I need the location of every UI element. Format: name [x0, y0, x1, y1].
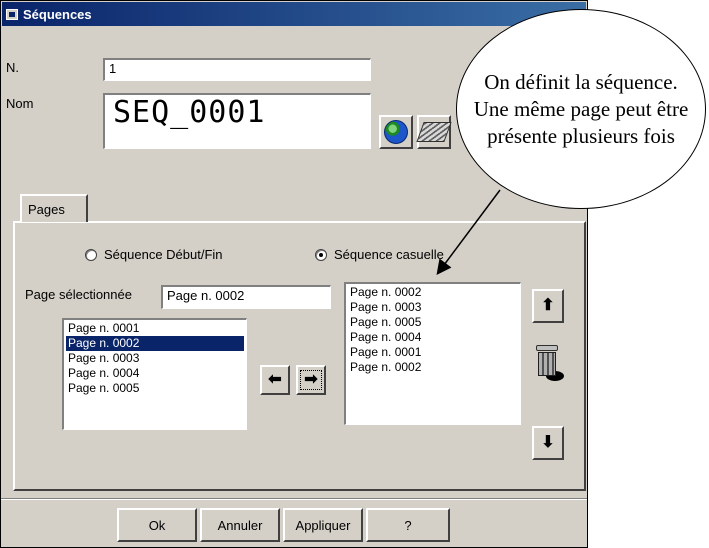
eraser-icon [416, 122, 452, 142]
radio-debut-fin[interactable] [85, 249, 97, 261]
selected-page-field[interactable]: Page n. 0002 [161, 285, 331, 309]
radio-casuelle[interactable] [315, 249, 327, 261]
list-item[interactable]: Page n. 0002 [348, 285, 518, 300]
list-item[interactable]: Page n. 0004 [66, 366, 244, 381]
arrow-left-icon: ⬅ [268, 371, 282, 388]
available-pages-list[interactable]: Page n. 0001 Page n. 0002 Page n. 0003 P… [62, 318, 247, 430]
n-field[interactable]: 1 [103, 58, 371, 81]
trash-body [538, 352, 556, 376]
annuler-button-label: Annuler [217, 517, 263, 533]
list-item[interactable]: Page n. 0003 [348, 300, 518, 315]
separator [1, 498, 587, 500]
sequence-pages-list[interactable]: Page n. 0002 Page n. 0003 Page n. 0005 P… [344, 282, 521, 425]
list-item[interactable]: Page n. 0004 [348, 330, 518, 345]
window-icon [6, 8, 18, 20]
callout-text: On définit la séquence. Une même page pe… [473, 69, 689, 148]
annuler-button[interactable]: Annuler [200, 508, 280, 542]
list-item[interactable]: Page n. 0002 [348, 360, 518, 375]
list-item-selected[interactable]: Page n. 0002 [66, 336, 244, 351]
list-item[interactable]: Page n. 0001 [348, 345, 518, 360]
tab-pages[interactable]: Pages [20, 194, 88, 222]
move-down-button[interactable]: ⬇ [532, 426, 564, 460]
globe-button[interactable] [379, 115, 413, 149]
appliquer-button-label: Appliquer [295, 517, 351, 533]
ok-button-label: Ok [148, 517, 166, 533]
move-right-button[interactable]: ➡ [296, 365, 326, 395]
eraser-button[interactable] [416, 115, 452, 149]
delete-button[interactable] [532, 343, 564, 385]
globe-icon [384, 120, 408, 144]
selected-page-label: Page sélectionnée [25, 287, 132, 302]
window-title: Séquences [23, 6, 92, 22]
arrow-up-icon: ⬆ [541, 297, 555, 314]
list-item[interactable]: Page n. 0001 [66, 321, 244, 336]
appliquer-button[interactable]: Appliquer [283, 508, 363, 542]
ok-button[interactable]: Ok [117, 508, 197, 542]
help-button-label: ? [404, 517, 412, 533]
arrow-right-icon: ➡ [300, 370, 322, 390]
radio-debut-fin-label: Séquence Début/Fin [104, 247, 223, 262]
move-left-button[interactable]: ⬅ [260, 365, 290, 395]
callout-bubble: On définit la séquence. Une même page pe… [456, 9, 706, 209]
n-label: N. [6, 60, 19, 75]
list-item[interactable]: Page n. 0003 [66, 351, 244, 366]
title-bar: Séquences [2, 2, 586, 26]
move-up-button[interactable]: ⬆ [532, 289, 564, 323]
help-button[interactable]: ? [366, 508, 450, 542]
list-item[interactable]: Page n. 0005 [66, 381, 244, 396]
trash-icon [536, 345, 558, 351]
tab-pages-label: Pages [28, 202, 65, 217]
arrow-down-icon: ⬇ [541, 434, 555, 451]
nom-label: Nom [6, 96, 34, 111]
list-item[interactable]: Page n. 0005 [348, 315, 518, 330]
nom-field[interactable]: SEQ_0001 [103, 93, 371, 149]
radio-casuelle-label: Séquence casuelle [334, 247, 444, 262]
